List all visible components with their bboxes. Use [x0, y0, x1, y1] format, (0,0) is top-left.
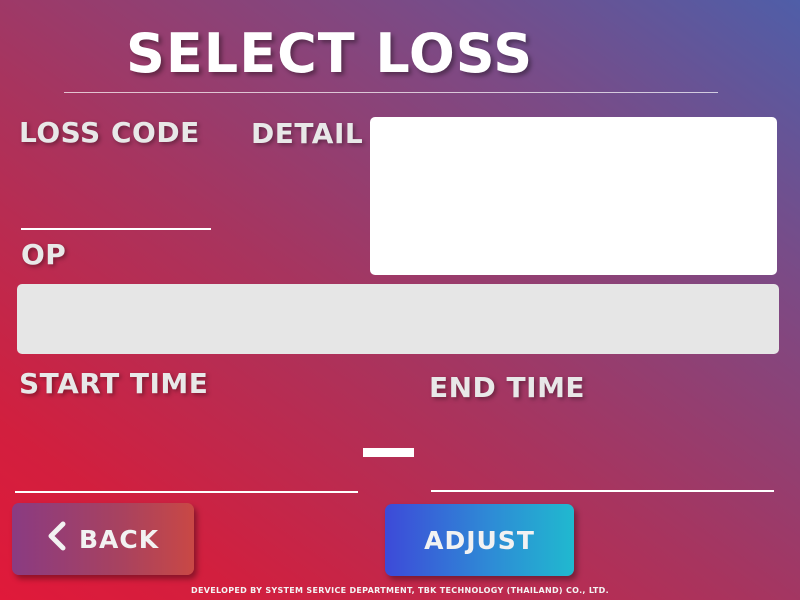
- start-time-field[interactable]: [15, 410, 358, 490]
- end-time-field[interactable]: [431, 410, 774, 490]
- loss-code-field[interactable]: [20, 160, 211, 228]
- loss-code-underline: [21, 228, 211, 230]
- start-time-label: START TIME: [19, 367, 209, 400]
- end-time-label: END TIME: [429, 371, 586, 404]
- adjust-button-label: ADJUST: [424, 525, 535, 555]
- adjust-button[interactable]: ADJUST: [385, 504, 574, 576]
- chevron-left-icon: [47, 521, 67, 557]
- op-field[interactable]: [17, 284, 779, 354]
- footer-credit: DEVELOPED BY SYSTEM SERVICE DEPARTMENT, …: [191, 586, 609, 595]
- title-divider: [64, 92, 718, 93]
- start-time-underline: [15, 491, 358, 493]
- back-button-label: BACK: [78, 524, 160, 554]
- loss-code-label: LOSS CODE: [19, 116, 200, 149]
- end-time-underline: [431, 490, 774, 492]
- detail-field[interactable]: [370, 117, 777, 275]
- back-button[interactable]: BACK: [12, 503, 194, 575]
- time-range-separator: [363, 448, 414, 457]
- op-label: OP: [21, 238, 67, 271]
- detail-label: DETAIL: [251, 117, 364, 150]
- page-title: SELECT LOSS: [126, 22, 534, 85]
